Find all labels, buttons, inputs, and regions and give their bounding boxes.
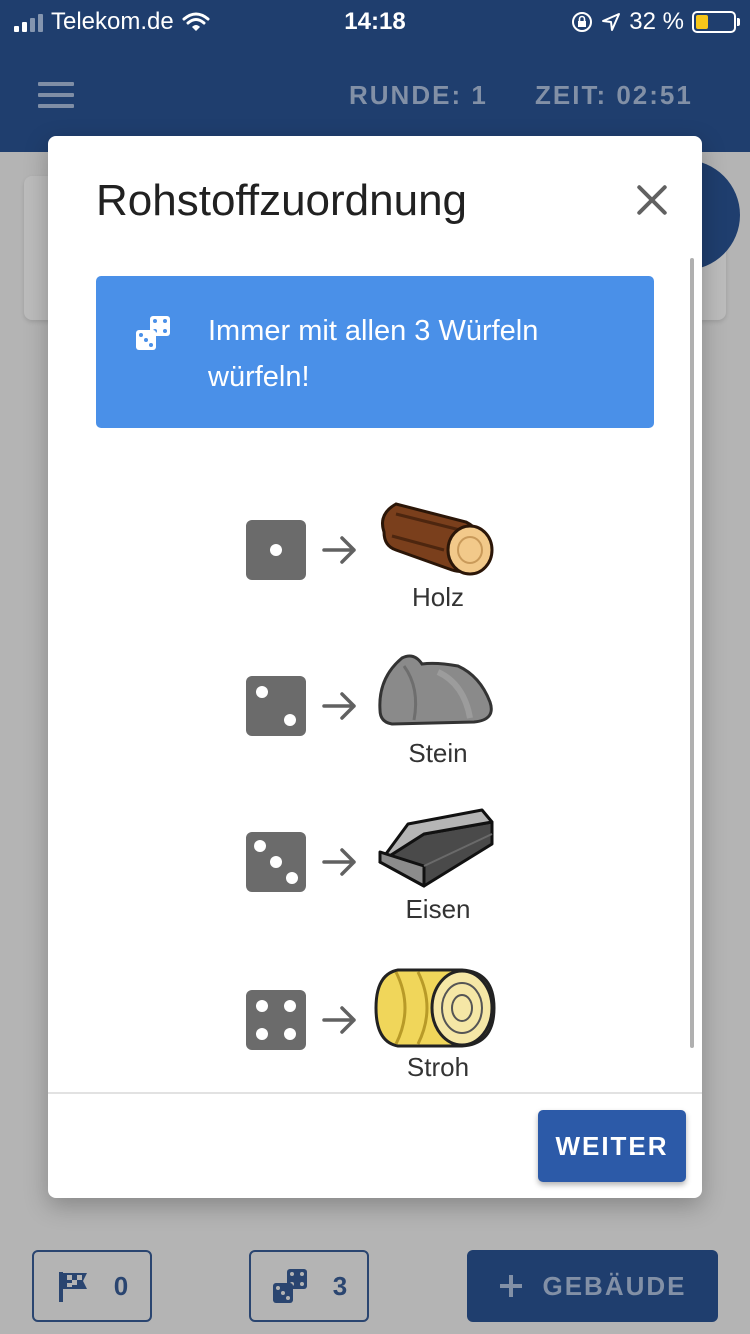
plus-icon (500, 1275, 523, 1297)
dice-icon (272, 1269, 307, 1303)
mapping-row-holz: Holz (246, 492, 506, 612)
dice-counter-button[interactable]: 3 (249, 1250, 369, 1322)
dice-count: 3 (332, 1270, 348, 1301)
battery-icon (692, 11, 740, 33)
arrow-right-icon (322, 1006, 356, 1034)
resource-label: Eisen (405, 894, 471, 924)
battery-percent: 32 % (629, 8, 684, 35)
dialog-scrollbar[interactable] (690, 258, 694, 1048)
dialog-title: Rohstoffzuordnung (96, 176, 468, 225)
straw-bale-icon (374, 968, 496, 1048)
resource-mapping-dialog: Rohstoffzuordnung Immer mit allen 3 Würf… (48, 136, 702, 1198)
build-label: GEBÄUDE (542, 1270, 687, 1301)
location-icon (602, 13, 621, 31)
game-timer: ZEIT: 02:51 (535, 80, 693, 110)
rotation-lock-icon (572, 12, 593, 32)
iron-ingot-icon (378, 808, 494, 888)
flag-counter-button[interactable]: 0 (32, 1250, 152, 1322)
die-four-icon (246, 990, 306, 1050)
dialog-divider (48, 1092, 702, 1094)
dice-icon (136, 316, 170, 350)
flag-count: 0 (113, 1270, 129, 1301)
stone-icon (378, 654, 493, 726)
build-button[interactable]: GEBÄUDE (467, 1250, 718, 1322)
info-text: Immer mit allen 3 Würfeln würfeln! (208, 315, 539, 393)
mapping-row-stroh: Stroh (246, 962, 506, 1082)
close-icon[interactable] (632, 180, 672, 220)
checkered-flag-icon (58, 1272, 87, 1302)
wood-log-icon (381, 502, 494, 576)
resource-label: Holz (411, 582, 464, 612)
die-one-icon (246, 520, 306, 580)
mapping-row-eisen: Eisen (246, 804, 506, 924)
round-counter: RUNDE: 1 (349, 80, 488, 110)
arrow-right-icon (322, 848, 356, 876)
resource-label: Stroh (406, 1052, 470, 1082)
status-bar: Telekom.de 14:18 32 % (0, 0, 750, 42)
die-three-icon (246, 832, 306, 892)
continue-button[interactable]: WEITER (538, 1110, 686, 1182)
die-two-icon (246, 676, 306, 736)
mapping-row-stein: Stein (246, 648, 506, 768)
arrow-right-icon (322, 536, 356, 564)
resource-label: Stein (408, 738, 468, 768)
arrow-right-icon (322, 692, 356, 720)
info-banner: Immer mit allen 3 Würfeln würfeln! (96, 276, 654, 428)
hamburger-menu-icon[interactable] (38, 82, 74, 108)
